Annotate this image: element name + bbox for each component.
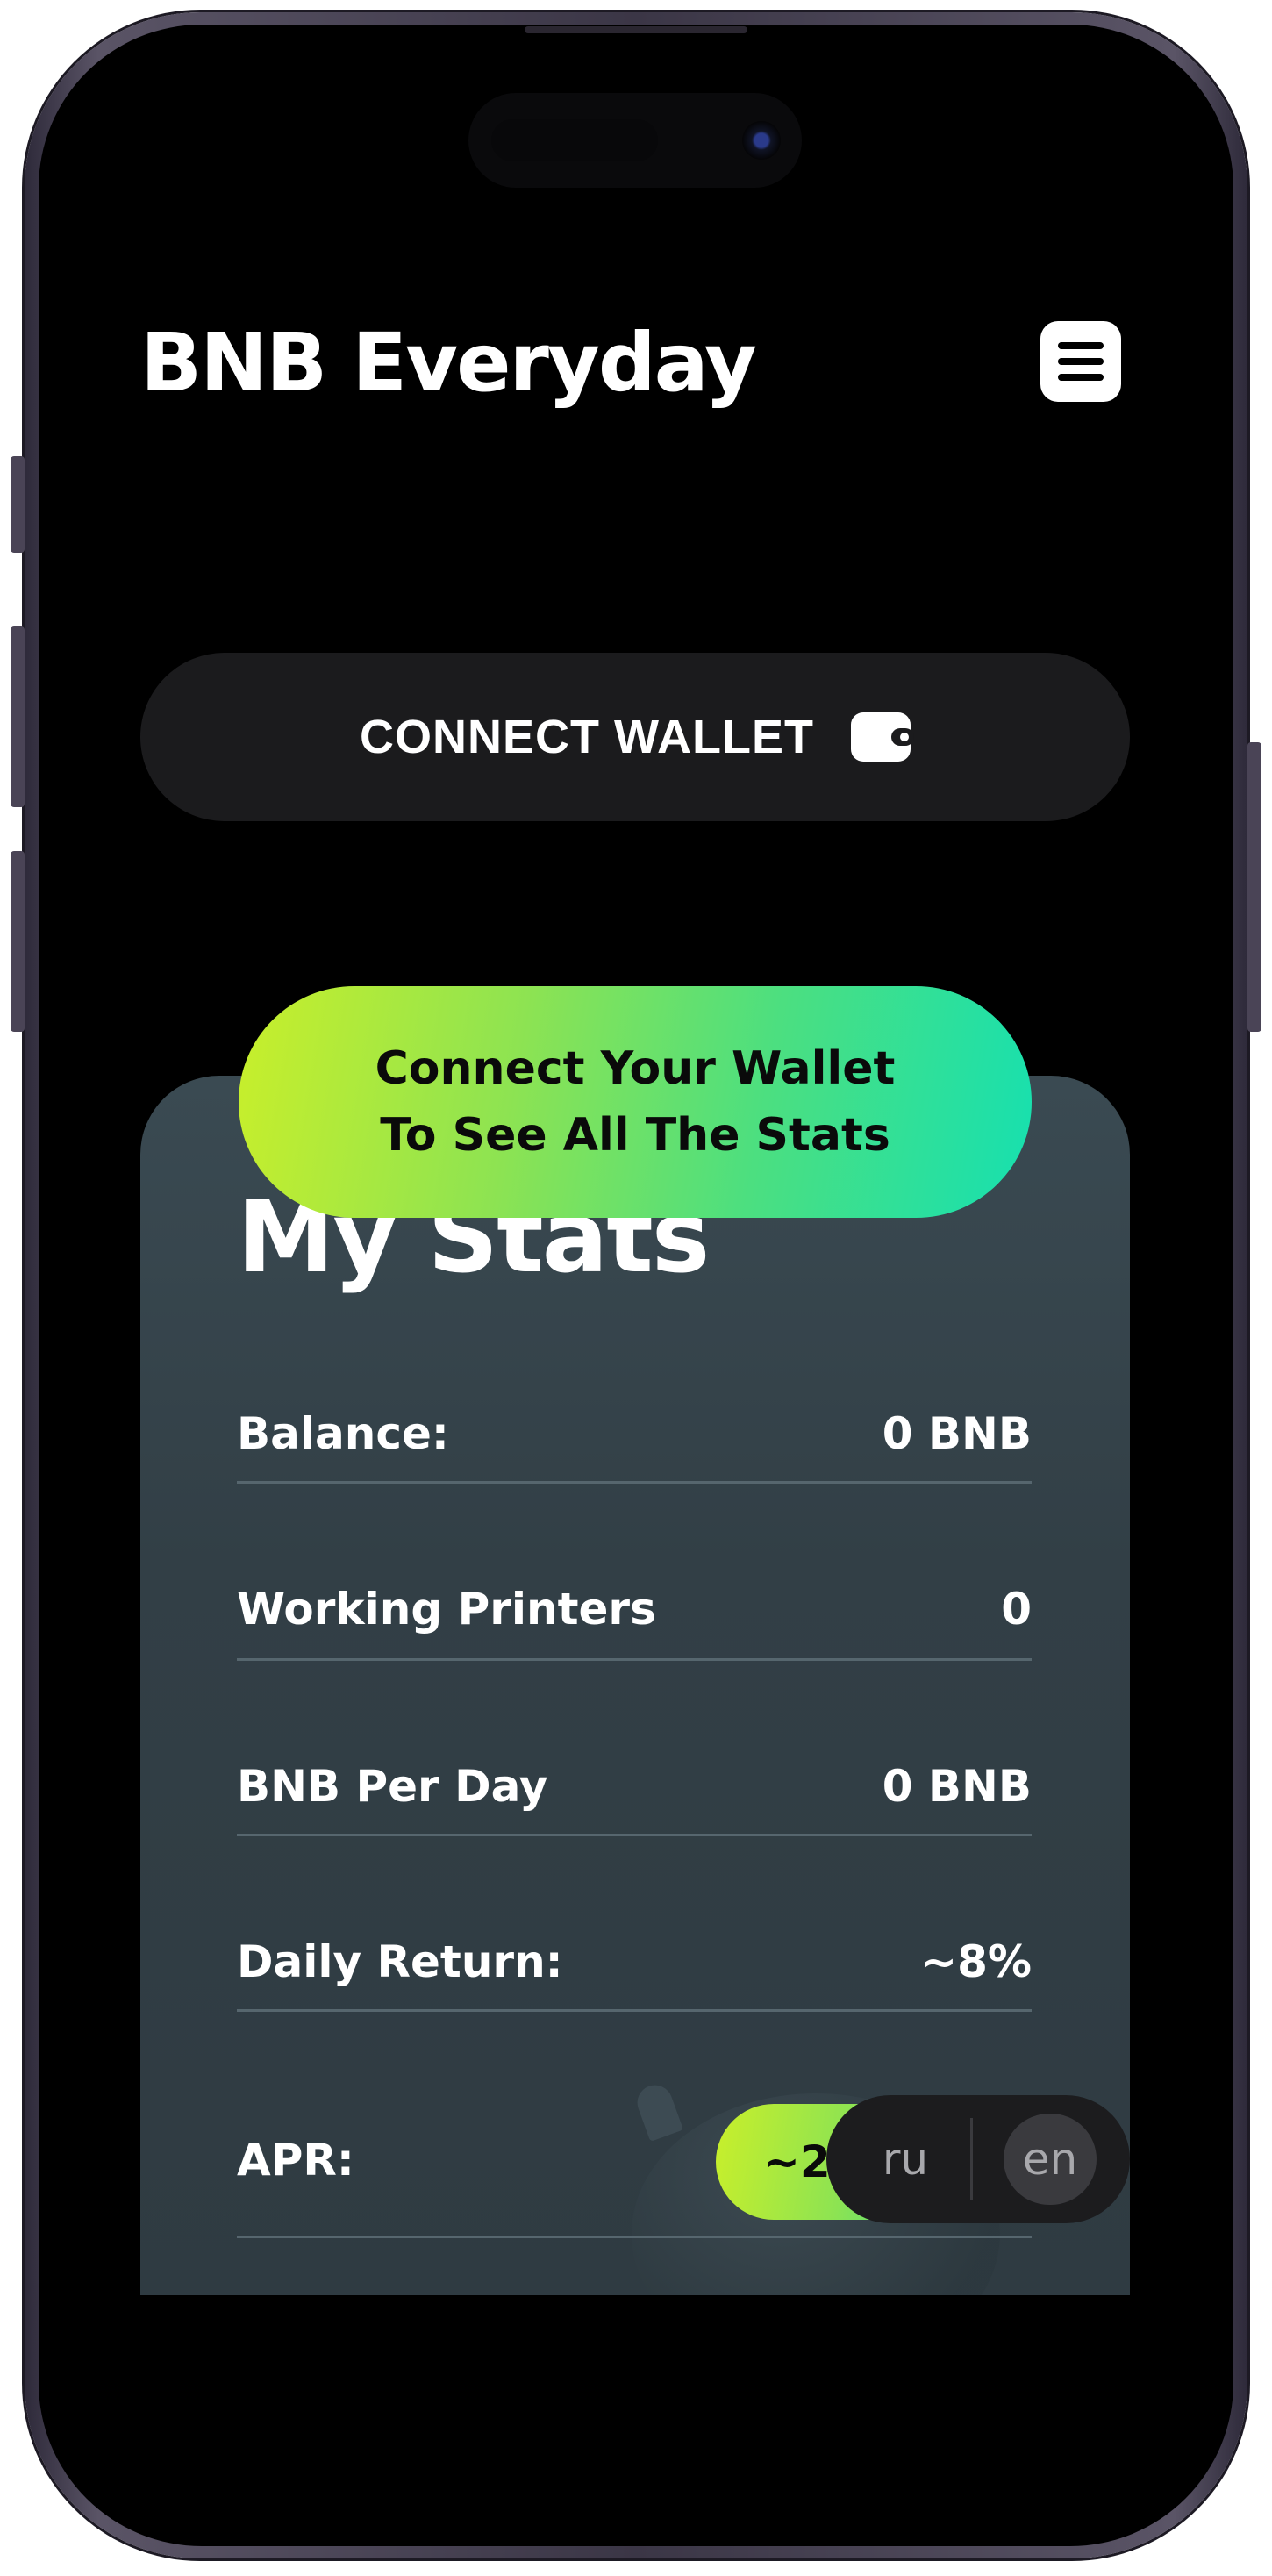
dynamic-island <box>468 93 802 188</box>
stat-value: 0 BNB <box>882 1408 1032 1459</box>
speaker-grille <box>525 26 747 33</box>
stat-label: Daily Return: <box>237 1936 563 1987</box>
power-button <box>1247 742 1261 1032</box>
stat-value: ~8% <box>920 1936 1032 1987</box>
divider <box>237 2236 1032 2238</box>
stat-row-apr: APR: <box>237 2134 354 2186</box>
stat-value: 0 <box>1001 1584 1032 1635</box>
stat-label: APR: <box>237 2135 354 2186</box>
volume-up-button <box>11 626 25 807</box>
divider <box>237 1658 1032 1661</box>
mascot-ear <box>632 2079 684 2143</box>
volume-down-button <box>11 851 25 1032</box>
wallet-icon <box>850 712 914 762</box>
language-option-ru[interactable]: ru <box>861 2095 949 2223</box>
divider <box>237 1834 1032 1836</box>
stat-row-bnb-per-day: BNB Per Day 0 BNB <box>237 1760 1032 1813</box>
connect-wallet-button[interactable]: CONNECT WALLET <box>140 653 1130 821</box>
stat-row-balance: Balance: 0 BNB <box>237 1407 1032 1460</box>
stat-label: BNB Per Day <box>237 1761 548 1812</box>
language-option-en[interactable]: en <box>1004 2114 1097 2205</box>
banner-line-1: Connect Your Wallet <box>375 1042 896 1095</box>
stat-label: Balance: <box>237 1408 449 1459</box>
stat-value: 0 BNB <box>882 1761 1032 1812</box>
connect-wallet-banner[interactable]: Connect Your Wallet To See All The Stats <box>239 986 1032 1218</box>
banner-line-2: To See All The Stats <box>380 1109 890 1162</box>
action-button <box>11 456 25 553</box>
connect-wallet-label: CONNECT WALLET <box>360 711 814 763</box>
divider <box>237 2009 1032 2012</box>
app-title: BNB Everyday <box>140 316 757 410</box>
menu-button[interactable] <box>1040 321 1121 402</box>
stat-value: ~2 <box>763 2136 831 2187</box>
stat-row-working-printers: Working Printers 0 <box>237 1583 1032 1635</box>
divider <box>237 1481 1032 1484</box>
stat-row-daily-return: Daily Return: ~8% <box>237 1936 1032 1988</box>
island-sensor <box>491 119 658 161</box>
front-camera-icon <box>742 121 781 160</box>
language-divider <box>970 2118 973 2200</box>
language-switcher: ru en <box>826 2095 1130 2223</box>
stat-label: Working Printers <box>237 1584 656 1635</box>
hamburger-menu-icon <box>1058 342 1104 349</box>
